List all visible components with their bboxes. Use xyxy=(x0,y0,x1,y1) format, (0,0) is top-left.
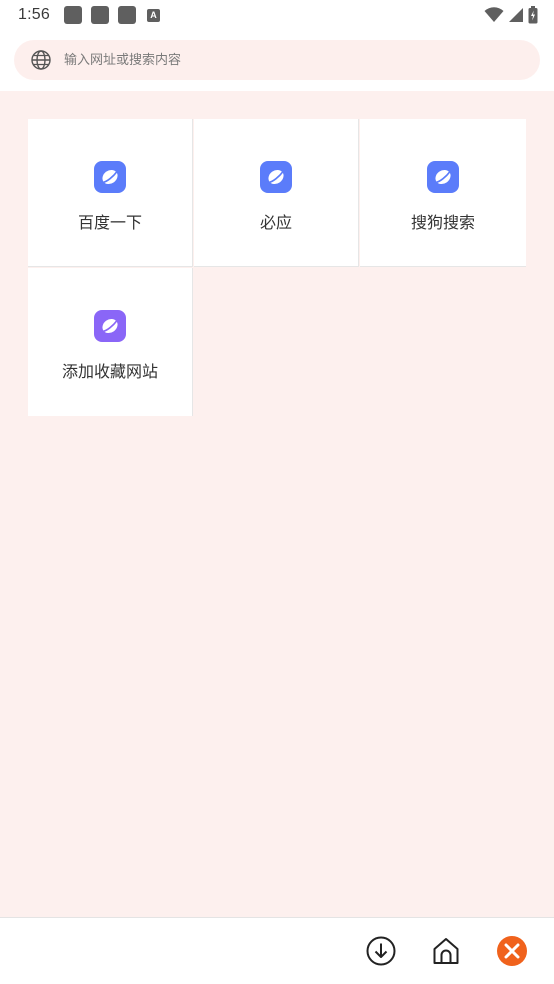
bookmark-label: 添加收藏网站 xyxy=(61,362,158,381)
close-button[interactable] xyxy=(496,935,528,967)
status-indicators xyxy=(484,6,538,24)
bookmark-tile-baidu[interactable]: 百度一下 xyxy=(28,119,193,267)
bottom-toolbar xyxy=(0,917,554,984)
download-button[interactable] xyxy=(365,935,397,967)
wifi-icon xyxy=(484,7,504,22)
bookmark-label: 百度一下 xyxy=(77,213,142,232)
bookmark-tile-sogou[interactable]: 搜狗搜索 xyxy=(360,119,526,267)
status-bar: 1:56 A xyxy=(0,0,554,30)
planet-icon xyxy=(260,161,292,193)
add-bookmark-tile[interactable]: 添加收藏网站 xyxy=(28,268,193,416)
search-input[interactable] xyxy=(62,51,506,69)
signal-icon xyxy=(509,8,523,22)
notification-icon xyxy=(63,6,82,24)
bookmark-label: 必应 xyxy=(259,213,292,232)
close-icon xyxy=(497,936,527,966)
notification-icon xyxy=(90,6,109,24)
planet-icon xyxy=(94,161,126,193)
browser-screen: 1:56 A 输入网址或搜索内容 百度一下 必应 搜狗搜索 添加收藏网站 xyxy=(0,0,554,984)
bookmark-tile-bing[interactable]: 必应 xyxy=(194,119,359,267)
download-icon xyxy=(366,936,396,966)
start-page-content: 百度一下 必应 搜狗搜索 添加收藏网站 xyxy=(0,91,554,917)
notification-icon xyxy=(117,6,136,24)
bookmark-label: 搜狗搜索 xyxy=(410,213,475,232)
home-button[interactable] xyxy=(430,935,462,967)
battery-icon xyxy=(528,6,538,24)
globe-icon xyxy=(31,50,51,70)
planet-icon xyxy=(427,161,459,193)
address-bar[interactable] xyxy=(14,40,540,80)
a-icon: A xyxy=(146,8,160,22)
status-time: 1:56 xyxy=(18,6,50,23)
home-icon xyxy=(433,938,459,964)
planet-icon xyxy=(94,310,126,342)
